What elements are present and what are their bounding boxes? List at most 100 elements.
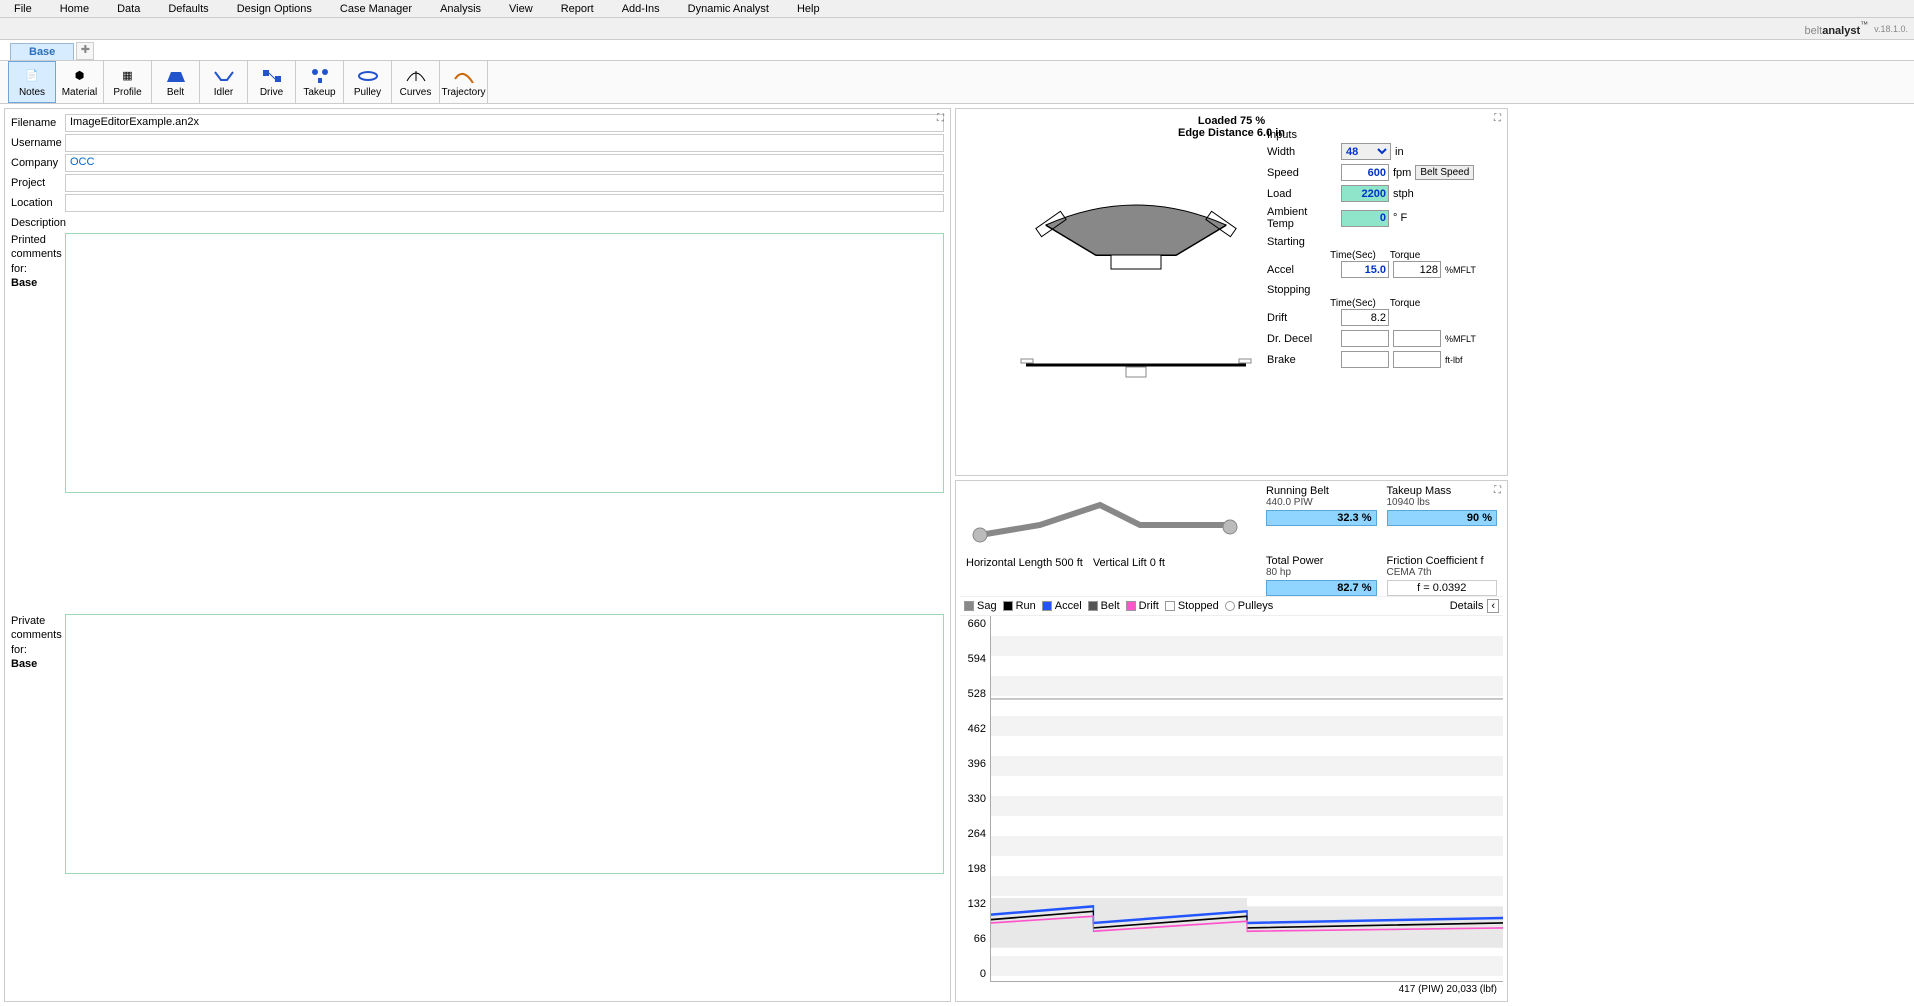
chevron-left-icon[interactable]: ‹ bbox=[1487, 599, 1499, 613]
project-input[interactable] bbox=[65, 174, 944, 192]
total-power-value: 80 hp bbox=[1266, 567, 1377, 578]
belt-icon bbox=[164, 67, 188, 85]
tool-material[interactable]: ⬢ Material bbox=[56, 61, 104, 103]
username-label: Username bbox=[11, 137, 65, 149]
drdecel-time-input[interactable] bbox=[1341, 330, 1389, 347]
friction-label: Friction Coefficient f bbox=[1387, 555, 1498, 567]
drdecel-unit: %MFLT bbox=[1445, 334, 1476, 344]
menu-home[interactable]: Home bbox=[46, 2, 103, 16]
vert-lift-label: Vertical Lift bbox=[1093, 557, 1147, 569]
torque-col-header: Torque bbox=[1381, 250, 1429, 261]
belt-speed-button[interactable]: Belt Speed bbox=[1415, 165, 1474, 180]
legend-accel-swatch bbox=[1042, 601, 1052, 611]
ambient-input[interactable] bbox=[1341, 210, 1389, 227]
brake-unit: ft-lbf bbox=[1445, 355, 1463, 365]
toolbar: 📄 Notes ⬢ Material ▦ Profile Belt Idler … bbox=[0, 60, 1914, 104]
takeup-mass-value: 10940 lbs bbox=[1387, 497, 1498, 508]
menu-view[interactable]: View bbox=[495, 2, 547, 16]
tension-chart[interactable] bbox=[990, 616, 1503, 982]
menu-design-options[interactable]: Design Options bbox=[223, 2, 326, 16]
width-select[interactable]: 48 bbox=[1341, 143, 1391, 160]
description-input[interactable] bbox=[65, 214, 944, 232]
tool-profile[interactable]: ▦ Profile bbox=[104, 61, 152, 103]
menu-add-ins[interactable]: Add-Ins bbox=[608, 2, 674, 16]
tool-takeup[interactable]: Takeup bbox=[296, 61, 344, 103]
accel-torque-input[interactable] bbox=[1393, 261, 1441, 278]
legend-pulleys[interactable]: Pulleys bbox=[1238, 600, 1273, 612]
legend-belt-swatch bbox=[1088, 601, 1098, 611]
private-comments-input[interactable] bbox=[65, 614, 944, 874]
horiz-length-label: Horizontal Length bbox=[966, 557, 1052, 569]
drdecel-torque-input[interactable] bbox=[1393, 330, 1441, 347]
legend-sag-swatch bbox=[964, 601, 974, 611]
total-power-bar: 82.7 % bbox=[1266, 580, 1377, 596]
speed-label: Speed bbox=[1267, 167, 1337, 179]
drift-time-input[interactable] bbox=[1341, 309, 1389, 326]
total-power-label: Total Power bbox=[1266, 555, 1377, 567]
legend-accel[interactable]: Accel bbox=[1055, 600, 1082, 612]
menu-file[interactable]: File bbox=[0, 2, 46, 16]
legend-sag[interactable]: Sag bbox=[977, 600, 997, 612]
tool-belt[interactable]: Belt bbox=[152, 61, 200, 103]
tab-base[interactable]: Base bbox=[10, 43, 74, 60]
company-input[interactable]: OCC bbox=[65, 154, 944, 172]
tool-drive[interactable]: Drive bbox=[248, 61, 296, 103]
ambient-unit: ° F bbox=[1393, 212, 1407, 224]
belt-cross-section-icon bbox=[996, 155, 1276, 415]
expand-icon[interactable]: ⛶ bbox=[937, 113, 944, 124]
menu-help[interactable]: Help bbox=[783, 2, 834, 16]
details-label[interactable]: Details bbox=[1450, 600, 1484, 612]
legend-belt[interactable]: Belt bbox=[1101, 600, 1120, 612]
brake-time-input[interactable] bbox=[1341, 351, 1389, 368]
profile-icon bbox=[960, 485, 1260, 555]
torque-col-header2: Torque bbox=[1381, 298, 1429, 309]
username-input[interactable] bbox=[65, 134, 944, 152]
pulley-icon bbox=[356, 67, 380, 85]
menubar: File Home Data Defaults Design Options C… bbox=[0, 0, 1914, 18]
notes-form-panel: ⛶ FilenameImageEditorExample.an2x Userna… bbox=[4, 108, 951, 1002]
width-unit: in bbox=[1395, 146, 1404, 158]
menu-analysis[interactable]: Analysis bbox=[426, 2, 495, 16]
speed-input[interactable] bbox=[1341, 164, 1389, 181]
time-col-header: Time(Sec) bbox=[1329, 250, 1377, 261]
takeup-mass-bar: 90 % bbox=[1387, 510, 1498, 526]
location-input[interactable] bbox=[65, 194, 944, 212]
filename-input[interactable]: ImageEditorExample.an2x bbox=[65, 114, 944, 132]
drift-label: Drift bbox=[1267, 312, 1337, 324]
printed-comments-input[interactable] bbox=[65, 233, 944, 493]
running-belt-value: 440.0 PIW bbox=[1266, 497, 1377, 508]
expand-icon[interactable]: ⛶ bbox=[1494, 113, 1501, 124]
vert-lift-value: 0 ft bbox=[1150, 557, 1165, 569]
menu-report[interactable]: Report bbox=[547, 2, 608, 16]
drive-icon bbox=[260, 67, 284, 85]
load-unit: stph bbox=[1393, 188, 1414, 200]
menu-dynamic-analyst[interactable]: Dynamic Analyst bbox=[674, 2, 783, 16]
stopping-header: Stopping bbox=[1267, 284, 1497, 296]
legend-stopped[interactable]: Stopped bbox=[1178, 600, 1219, 612]
tool-curves[interactable]: Curves bbox=[392, 61, 440, 103]
chart-footer-stats: 417 (PIW) 20,033 (lbf) bbox=[960, 982, 1503, 997]
menu-data[interactable]: Data bbox=[103, 2, 154, 16]
chart-y-axis: 660594528462396330264198132660 bbox=[960, 616, 990, 982]
friction-f-value: f = 0.0392 bbox=[1387, 580, 1498, 596]
tab-add-button[interactable]: ✚ bbox=[76, 42, 94, 60]
material-icon: ⬢ bbox=[68, 67, 92, 85]
menu-defaults[interactable]: Defaults bbox=[154, 2, 222, 16]
brake-torque-input[interactable] bbox=[1393, 351, 1441, 368]
drdecel-label: Dr. Decel bbox=[1267, 333, 1337, 345]
tool-pulley[interactable]: Pulley bbox=[344, 61, 392, 103]
legend-run[interactable]: Run bbox=[1016, 600, 1036, 612]
trajectory-icon bbox=[452, 67, 476, 85]
accel-time-input[interactable] bbox=[1341, 261, 1389, 278]
tool-idler[interactable]: Idler bbox=[200, 61, 248, 103]
legend-drift[interactable]: Drift bbox=[1139, 600, 1159, 612]
load-input[interactable] bbox=[1341, 185, 1389, 202]
running-belt-bar: 32.3 % bbox=[1266, 510, 1377, 526]
tool-trajectory[interactable]: Trajectory bbox=[440, 61, 488, 103]
menu-case-manager[interactable]: Case Manager bbox=[326, 2, 426, 16]
company-label: Company bbox=[11, 157, 65, 169]
takeup-icon bbox=[308, 67, 332, 85]
tool-notes[interactable]: 📄 Notes bbox=[8, 61, 56, 103]
location-label: Location bbox=[11, 197, 65, 209]
expand-icon[interactable]: ⛶ bbox=[1494, 485, 1501, 496]
